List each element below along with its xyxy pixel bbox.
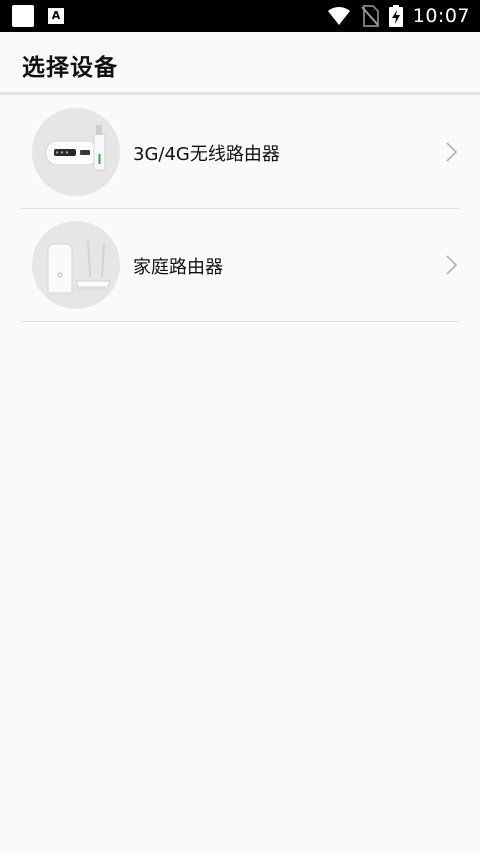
- device-item-home-router[interactable]: 家庭路由器: [21, 209, 459, 322]
- status-time: 10:07: [412, 5, 470, 27]
- no-sim-icon: [360, 5, 379, 27]
- app-a-icon: A: [48, 8, 64, 24]
- status-bar: A 10:07: [0, 0, 480, 32]
- notification-area: A: [12, 5, 64, 27]
- wifi-icon: [327, 6, 350, 25]
- battery-charging-icon: [388, 5, 403, 27]
- device-label: 家庭路由器: [133, 257, 223, 278]
- home-router-icon: [32, 221, 120, 309]
- device-item-mobile-router[interactable]: 3G/4G无线路由器: [21, 96, 459, 209]
- page-title: 选择设备: [22, 55, 118, 81]
- system-tray: 10:07: [327, 3, 470, 29]
- app-bar: 选择设备: [0, 32, 480, 95]
- mobile-wifi-router-icon: [32, 108, 120, 196]
- chevron-right-icon: [446, 142, 457, 162]
- chevron-right-icon: [446, 255, 457, 275]
- app-square-icon: [12, 5, 34, 27]
- device-list: 3G/4G无线路由器 家庭路由器: [0, 96, 480, 322]
- device-label: 3G/4G无线路由器: [133, 144, 280, 165]
